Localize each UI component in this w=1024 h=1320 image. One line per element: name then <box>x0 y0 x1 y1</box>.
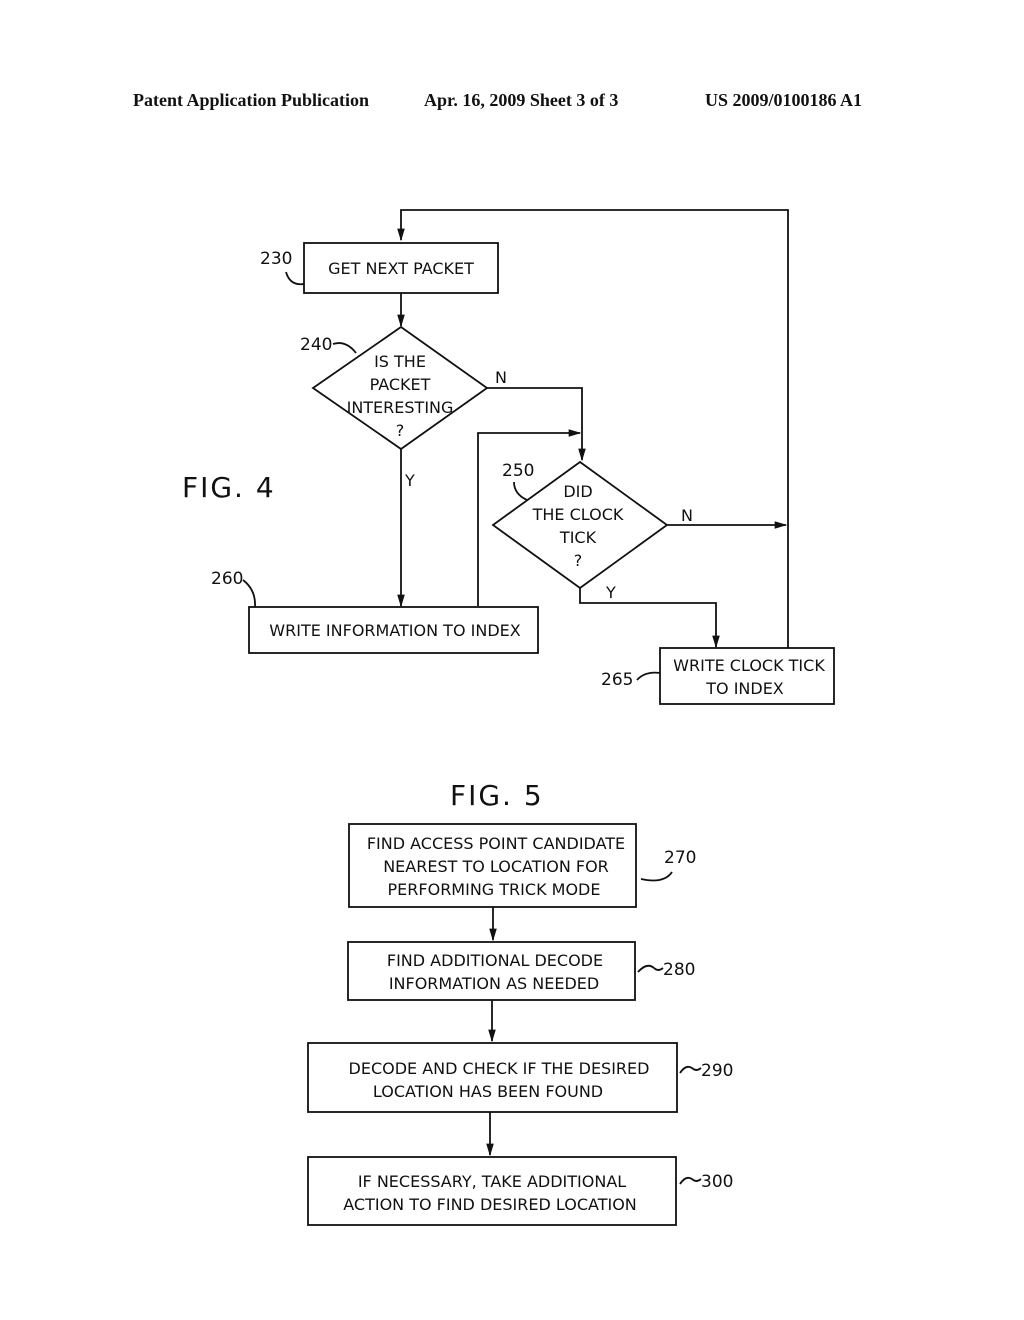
ref-270: 270 <box>664 848 696 868</box>
box-290-line-1: DECODE AND CHECK IF THE DESIRED <box>349 1059 650 1078</box>
leader-290 <box>679 1065 702 1074</box>
box-230-label: GET NEXT PACKET <box>328 259 474 278</box>
leader-260 <box>242 579 256 608</box>
connector-250-yes-265 <box>579 585 720 649</box>
connector-240-no-250 <box>487 387 586 462</box>
ref-250: 250 <box>502 461 534 481</box>
leader-240 <box>332 342 357 354</box>
label-240-yes: Y <box>404 471 415 490</box>
ref-230: 230 <box>260 249 292 269</box>
diamond-240-line-3: INTERESTING <box>347 398 454 417</box>
ref-280: 280 <box>663 960 695 980</box>
box-280-line-1: FIND ADDITIONAL DECODE <box>387 951 603 970</box>
ref-260: 260 <box>211 569 243 589</box>
box-300-line-1: IF NECESSARY, TAKE ADDITIONAL <box>358 1172 626 1191</box>
leader-250 <box>513 481 528 501</box>
ref-290: 290 <box>701 1061 733 1081</box>
diamond-240-line-2: PACKET <box>370 375 431 394</box>
diamond-250-line-3: TICK <box>559 528 597 547</box>
box-270-line-3: PERFORMING TRICK MODE <box>388 880 601 899</box>
label-240-no: N <box>495 368 507 387</box>
leader-230 <box>285 271 305 286</box>
ref-265: 265 <box>601 670 633 690</box>
diamond-250-line-4: ? <box>574 551 583 570</box>
ref-240: 240 <box>300 335 332 355</box>
flowchart-figures: FIG. 4 GET NEXT PACKET 230 IS THE PACKET… <box>182 209 835 1226</box>
fig4: FIG. 4 GET NEXT PACKET 230 IS THE PACKET… <box>182 209 835 705</box>
label-250-yes: Y <box>605 583 616 602</box>
box-290-line-2: LOCATION HAS BEEN FOUND <box>373 1082 603 1101</box>
box-270-line-1: FIND ACCESS POINT CANDIDATE <box>367 834 625 853</box>
box-260-label: WRITE INFORMATION TO INDEX <box>269 621 520 640</box>
leader-265 <box>636 671 661 681</box>
box-280-line-2: INFORMATION AS NEEDED <box>389 974 599 993</box>
label-250-no: N <box>681 506 693 525</box>
leader-270 <box>640 871 673 882</box>
ref-300: 300 <box>701 1172 733 1192</box>
diamond-250-line-2: THE CLOCK <box>532 505 624 524</box>
box-300-line-2: ACTION TO FIND DESIRED LOCATION <box>343 1195 637 1214</box>
box-265-line-1: WRITE CLOCK TICK <box>673 656 825 675</box>
fig4-title: FIG. 4 <box>182 471 276 504</box>
fig5-title: FIG. 5 <box>450 779 544 812</box>
diamond-250-line-1: DID <box>563 482 592 501</box>
box-265-line-2: TO INDEX <box>705 679 784 698</box>
leader-280 <box>637 964 664 973</box>
box-270-line-2: NEAREST TO LOCATION FOR <box>383 857 609 876</box>
diamond-240-line-1: IS THE <box>374 352 426 371</box>
leader-300 <box>679 1176 702 1185</box>
fig5: FIG. 5 FIND ACCESS POINT CANDIDATE NEARE… <box>307 779 733 1226</box>
process-box-300 <box>307 1156 677 1226</box>
diamond-240-line-4: ? <box>396 421 405 440</box>
